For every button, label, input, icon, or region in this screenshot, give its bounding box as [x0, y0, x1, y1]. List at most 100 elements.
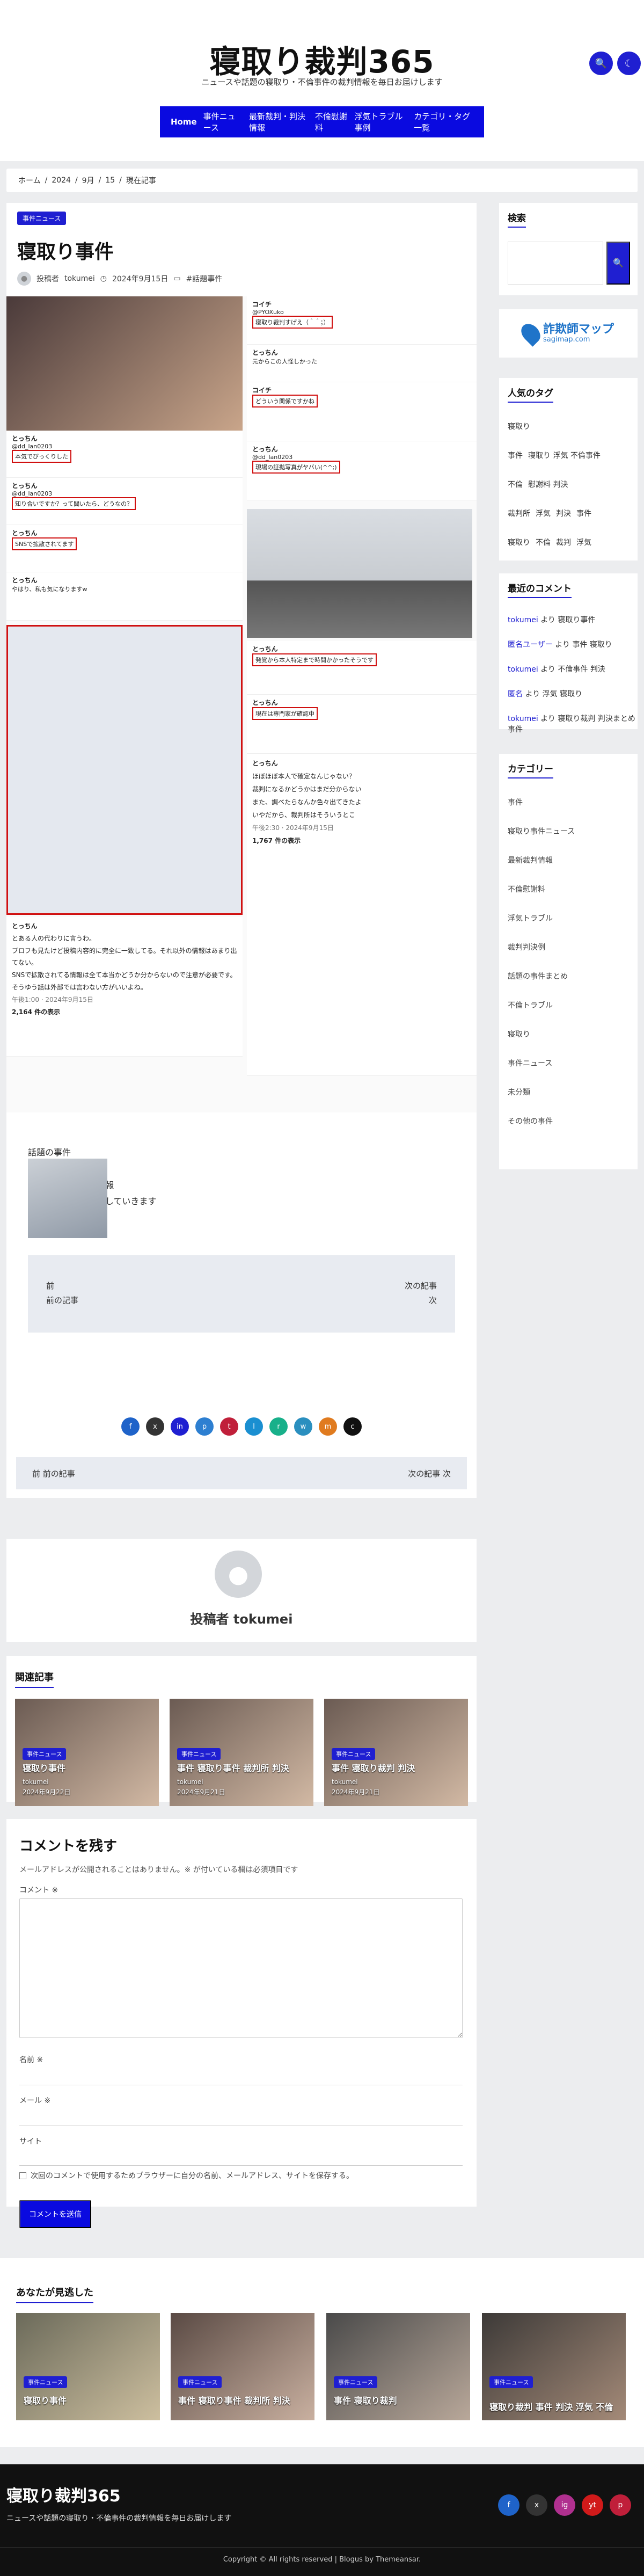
post-thumbnail[interactable] [28, 1159, 107, 1238]
email-field[interactable] [19, 2107, 463, 2126]
nav-item-alimony[interactable]: 不倫慰謝料 [312, 106, 352, 137]
author-link[interactable]: tokumei [64, 274, 95, 283]
pinterest-icon[interactable]: p [610, 2494, 631, 2516]
breadcrumb-home[interactable]: ホーム [18, 175, 41, 186]
pinterest-share-icon[interactable]: p [195, 1417, 214, 1436]
tag-link[interactable]: 寝取り [508, 537, 530, 548]
next-post-link[interactable]: 次の記事 次 [408, 1468, 451, 1479]
missed-post-card[interactable]: 事件ニュース 寝取り裁判 事件 判決 浮気 不倫 [482, 2313, 626, 2420]
email-label: メール ※ [19, 2097, 51, 2105]
name-field[interactable] [19, 2066, 463, 2085]
category-link[interactable]: 最新裁判情報 [508, 855, 553, 865]
tweet-thread-text: とっちん ほぼほぼ本人で確定なんじゃない？ 裁判になるかどうかはまだ分からない … [247, 754, 477, 1076]
tag-link[interactable]: 不倫 [536, 537, 551, 548]
handwritten-document-image [6, 625, 243, 915]
author-avatar-icon: ● [17, 272, 31, 286]
tweet-thread-text: とっちん とある人の代わりに言うわ。 プロフも見たけど投稿内容的に完全に一致して… [6, 917, 243, 1057]
missed-post-card[interactable]: 事件ニュース 事件 寝取り事件 裁判所 判決 [171, 2313, 314, 2420]
footer-site-title[interactable]: 寝取り裁判365 [6, 2483, 121, 2506]
mail-share-icon[interactable]: m [319, 1417, 337, 1436]
facebook-icon[interactable]: f [498, 2494, 519, 2516]
website-field[interactable] [19, 2146, 463, 2166]
nav-item-news[interactable]: 事件ニュース [200, 106, 246, 137]
related-post-card[interactable]: 事件ニュース 寝取り事件 tokumei 2024年9月22日 [15, 1699, 159, 1806]
related-post-card[interactable]: 事件ニュース 事件 寝取り事件 裁判所 判決 tokumei 2024年9月21… [170, 1699, 313, 1806]
category-link[interactable]: 話題の事件まとめ [508, 971, 568, 981]
prev-page-link[interactable]: 前 前の記事 [46, 1279, 78, 1308]
tag-link[interactable]: 裁判 [556, 537, 571, 548]
tag-link[interactable]: 不倫 [508, 479, 523, 490]
category-link[interactable]: 寝取り事件ニュース [508, 826, 575, 836]
recent-comment-item: tokumei より 寝取り裁判 判決まとめ 事件 [508, 715, 635, 734]
missed-post-card[interactable]: 事件ニュース 寝取り事件 [16, 2313, 160, 2420]
save-info-checkbox-row[interactable]: 次回のコメントで使用するためブラウザーに自分の名前、メールアドレス、サイトを保存… [19, 2170, 354, 2181]
tag-link[interactable]: 寝取り [508, 421, 530, 432]
categories-title: カテゴリー [508, 761, 553, 778]
nav-item-tags[interactable]: カテゴリ・タグ一覧 [411, 106, 477, 137]
category-link[interactable]: その他の事件 [508, 1116, 553, 1126]
breadcrumb-year[interactable]: 2024 [52, 176, 71, 185]
line-share-icon[interactable]: l [245, 1417, 263, 1436]
tag-link[interactable]: 浮気 [536, 508, 551, 519]
tag-link[interactable]: 裁判所 [508, 508, 530, 519]
x-icon[interactable]: x [526, 2494, 547, 2516]
categories-widget: カテゴリー 事件 寝取り事件ニュース 最新裁判情報 不倫慰謝料 浮気トラブル 裁… [499, 754, 638, 1169]
whatsapp-share-icon[interactable]: w [294, 1417, 312, 1436]
category-link[interactable]: 事件ニュース [508, 1058, 552, 1068]
breadcrumb-day[interactable]: 15 [105, 176, 115, 185]
category-link[interactable]: 事件 [508, 797, 523, 807]
tweet: コイチ @PYOXuko 寝取り裁判すげえ（＾＾；） [247, 296, 477, 345]
dark-mode-toggle-icon[interactable]: ☾ [617, 52, 641, 75]
category-link[interactable]: 浮気トラブル [508, 913, 553, 923]
tag-link[interactable]: 慰謝料 判決 [528, 479, 568, 490]
tag-link[interactable]: 浮気 [576, 537, 591, 548]
save-info-checkbox[interactable] [19, 2172, 26, 2179]
site-title[interactable]: 寝取り裁判365 [0, 37, 644, 82]
site-header: 寝取り裁判365 ニュースや話題の寝取り・不倫事件の裁判情報を毎日お届けします … [0, 0, 644, 161]
nav-item-cases[interactable]: 浮気トラブル事例 [352, 106, 411, 137]
tweet: とっちん SNSで拡散されてます [6, 525, 243, 572]
comment-textarea[interactable] [19, 1898, 463, 2038]
category-link[interactable]: 寝取り [508, 1029, 530, 1039]
nav-item-home[interactable]: Home [167, 113, 200, 131]
tag-link[interactable]: 事件 [576, 508, 591, 519]
copy-share-icon[interactable]: c [343, 1417, 362, 1436]
tag-link[interactable]: 判決 [556, 508, 571, 519]
category-link[interactable]: 未分類 [508, 1087, 530, 1097]
missed-posts-section: あなたが見逃した 事件ニュース 寝取り事件 事件ニュース 事件 寝取り事件 裁判… [0, 2258, 644, 2447]
next-page-link[interactable]: 次の記事 次 [405, 1279, 437, 1308]
tweet: とっちん @dd_lan0203 本気でびっくりした [6, 431, 243, 478]
instagram-icon[interactable]: ig [554, 2494, 575, 2516]
author-box-link[interactable]: tokumei [233, 1612, 293, 1627]
tumblr-share-icon[interactable]: t [220, 1417, 238, 1436]
site-footer: 寝取り裁判365 ニュースや話題の寝取り・不倫事件の裁判情報を毎日お届けします … [0, 2464, 644, 2576]
sidebar-search-button[interactable]: 🔍 [606, 242, 630, 285]
breadcrumb-month[interactable]: 9月 [82, 175, 94, 186]
missed-post-card[interactable]: 事件ニュース 事件 寝取り裁判 [326, 2313, 470, 2420]
search-icon[interactable]: 🔍 [589, 52, 613, 75]
linkedin-share-icon[interactable]: in [171, 1417, 189, 1436]
reddit-share-icon[interactable]: r [269, 1417, 288, 1436]
youtube-icon[interactable]: yt [582, 2494, 603, 2516]
sidebar-search-input[interactable] [508, 242, 603, 285]
footer-description: ニュースや話題の寝取り・不倫事件の裁判情報を毎日お届けします [6, 2514, 232, 2523]
related-post-card[interactable]: 事件ニュース 事件 寝取り裁判 判決 tokumei 2024年9月21日 [324, 1699, 468, 1806]
category-link[interactable]: 不倫トラブル [508, 1000, 553, 1010]
tag-link[interactable]: 寝取り 浮気 不倫事件 [528, 450, 601, 461]
author-box: ● 投稿者 tokumei [6, 1539, 477, 1642]
category-link[interactable]: 不倫慰謝料 [508, 884, 545, 894]
category-link[interactable]: 裁判判決例 [508, 942, 545, 952]
category-badge[interactable]: 事件ニュース [17, 212, 67, 225]
tweet: とっちん 発覚から本人特定まで時間かかったそうです [247, 641, 477, 695]
nav-item-trials[interactable]: 最新裁判・判決情報 [246, 106, 312, 137]
sagimap-banner[interactable]: 詐欺師マップ sagimap.com [499, 309, 638, 358]
map-pin-icon [517, 320, 544, 347]
x-share-icon[interactable]: x [146, 1417, 164, 1436]
facebook-share-icon[interactable]: f [121, 1417, 140, 1436]
prev-post-link[interactable]: 前 前の記事 [32, 1468, 75, 1479]
post-tag[interactable]: #話題事件 [186, 273, 223, 284]
tag-link[interactable]: 事件 [508, 450, 523, 461]
tags-widget-title: 人気のタグ [508, 385, 553, 403]
comment-form: コメントを残す メールアドレスが公開されることはありません。※ が付いている欄は… [6, 1819, 477, 2228]
submit-comment-button[interactable]: コメントを送信 [19, 2200, 91, 2228]
